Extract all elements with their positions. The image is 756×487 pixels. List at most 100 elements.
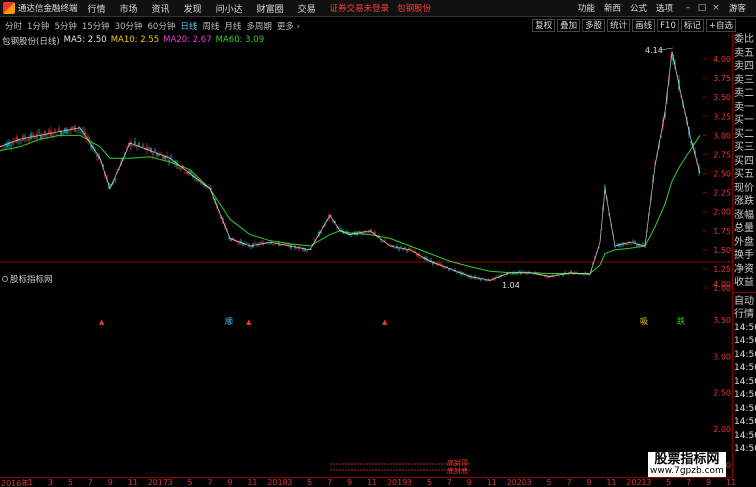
tool-multi-stock[interactable]: 多股 — [582, 19, 606, 32]
price-tick-label: 2.50 — [713, 170, 731, 179]
candle-body — [126, 146, 128, 148]
candle-body — [578, 274, 580, 276]
candle-body — [532, 274, 534, 275]
date-tick-label: 7 — [327, 478, 333, 487]
candle-body — [420, 257, 422, 258]
candle-body — [580, 274, 582, 276]
tool-draw[interactable]: 画线 — [632, 19, 656, 32]
menu-ask[interactable]: 问小达 — [216, 2, 243, 15]
period-15min[interactable]: 15分钟 — [82, 20, 110, 32]
period-5min[interactable]: 5分钟 — [54, 20, 76, 32]
period-toolbar: 分时 1分钟 5分钟 15分钟 30分钟 60分钟 日线 周线 月线 多周期 更… — [0, 18, 756, 33]
quote-label: 卖四 — [734, 61, 754, 72]
quote-label: 委比 — [734, 34, 754, 45]
candle-body — [456, 272, 458, 273]
period-weekly[interactable]: 周线 — [202, 20, 219, 32]
date-tick-label: 9 — [347, 478, 353, 487]
date-tick-label: 7 — [87, 478, 93, 487]
candle-body — [134, 141, 136, 144]
menu-wealth[interactable]: 财富圈 — [257, 2, 284, 15]
candle-body — [626, 243, 628, 245]
menu-market[interactable]: 市场 — [120, 2, 138, 15]
menu-options[interactable]: 选项 — [656, 2, 673, 14]
period-more[interactable]: 更多 › — [277, 20, 300, 32]
date-tick-label: 7 — [207, 478, 213, 487]
date-tick-label: 2021 — [626, 478, 647, 487]
candle-body — [358, 230, 360, 232]
price-tick-label: 4.00 — [713, 55, 731, 64]
menu-trade[interactable]: 交易 — [298, 2, 316, 15]
candle-body — [570, 271, 572, 273]
menu-function[interactable]: 功能 — [578, 2, 595, 14]
date-tick-label: 11 — [367, 478, 378, 487]
date-tick-label: 3 — [167, 478, 173, 487]
tick-times: 14:50 14:50 14:50 14:50 14:50 14:50 14:50 14:50… — [734, 322, 756, 457]
menu-news[interactable]: 资讯 — [152, 2, 170, 15]
candle-body — [170, 156, 172, 158]
price-tick-label: 3.50 — [713, 93, 731, 102]
menu-discover[interactable]: 发现 — [184, 2, 202, 15]
tool-adjust[interactable]: 复权 — [532, 19, 556, 32]
period-monthly[interactable]: 月线 — [224, 20, 241, 32]
candle-body — [640, 245, 642, 247]
menu-quotes[interactable]: 行情 — [88, 2, 106, 15]
candle-body — [642, 243, 644, 245]
tool-add-favorite[interactable]: +自选 — [705, 19, 736, 32]
date-tick-label: 3 — [287, 478, 293, 487]
tool-stats[interactable]: 统计 — [607, 19, 631, 32]
candle-body — [152, 152, 154, 156]
login-notice[interactable]: 证券交易未登录 — [330, 2, 390, 14]
period-1min[interactable]: 1分钟 — [27, 20, 49, 32]
close-icon[interactable]: × — [709, 3, 723, 13]
tool-f10[interactable]: F10 — [657, 19, 679, 32]
chart-area[interactable]: 包钢股份(日线) MA5: 2.50 MA10: 2.55 MA20: 2.67… — [0, 33, 733, 478]
period-intraday[interactable]: 分时 — [5, 20, 22, 32]
quote-labels: 委比 卖五 卖四 卖三 卖二 卖一 买一 买二 买三 买四 买五 现价 涨跌 涨幅 总量 外盘 换手 净资 收益 — [734, 33, 756, 290]
quote-label: 涨跌 — [734, 196, 754, 207]
period-30min[interactable]: 30分钟 — [115, 20, 143, 32]
period-60min[interactable]: 60分钟 — [148, 20, 176, 32]
date-tick-label: 11 — [247, 478, 258, 487]
indicator-tick-label: 2.50 — [713, 389, 731, 398]
quote-label: 外盘 — [734, 236, 754, 248]
menu-formula[interactable]: 公式 — [630, 2, 647, 14]
candle-body — [400, 246, 402, 248]
tick-time: 14:50 — [734, 322, 756, 333]
candle-body — [394, 247, 396, 249]
tick-time: 14:50 — [734, 376, 756, 387]
date-tick-label: 9 — [107, 478, 113, 487]
period-daily[interactable]: 日线 — [180, 20, 197, 32]
auto-label[interactable]: 自动 — [734, 295, 756, 309]
tool-mark[interactable]: 标记 — [680, 19, 704, 32]
date-tick-label: 9 — [586, 478, 592, 487]
quote-label: 现价 — [734, 182, 754, 194]
guest-label[interactable]: 游客 — [729, 2, 746, 14]
candle-body — [566, 274, 568, 275]
site-watermark: 股票指标网 www.7gpzb.com — [648, 452, 726, 477]
pin-icon[interactable] — [2, 276, 8, 282]
candle-body — [34, 138, 36, 139]
maximize-icon[interactable]: □ — [695, 3, 709, 13]
candle-body — [62, 132, 64, 135]
quote-label: 换手 — [734, 250, 754, 261]
period-multi[interactable]: 多周期 — [246, 20, 272, 32]
tick-time: 14:50 — [734, 430, 756, 441]
tool-overlay[interactable]: 叠加 — [557, 19, 581, 32]
candle-body — [486, 280, 488, 282]
candle-body — [30, 133, 32, 139]
candle-body — [292, 244, 294, 246]
menu-new[interactable]: 新西 — [604, 2, 621, 14]
date-tick-label: 11 — [486, 478, 497, 487]
candle-body — [250, 246, 252, 247]
price-chart[interactable]: 4.00 3.75 3.50 3.25 3.00 2.75 2.50 2.25 2.00 1.75… — [0, 33, 733, 478]
candle-body — [246, 242, 248, 244]
minimize-icon[interactable]: – — [681, 3, 695, 13]
date-tick-label: 2018 — [267, 478, 288, 487]
title-bar: 通达信金融终端 行情 市场 资讯 发现 问小达 财富圈 交易 证券交易未登录 包… — [0, 0, 756, 17]
tick-time: 14:50 — [734, 403, 756, 414]
candle-body — [422, 257, 424, 260]
candle-body — [636, 244, 638, 246]
candle-body — [156, 153, 158, 156]
quote-label: 卖二 — [734, 88, 754, 99]
candle-body — [132, 145, 134, 146]
